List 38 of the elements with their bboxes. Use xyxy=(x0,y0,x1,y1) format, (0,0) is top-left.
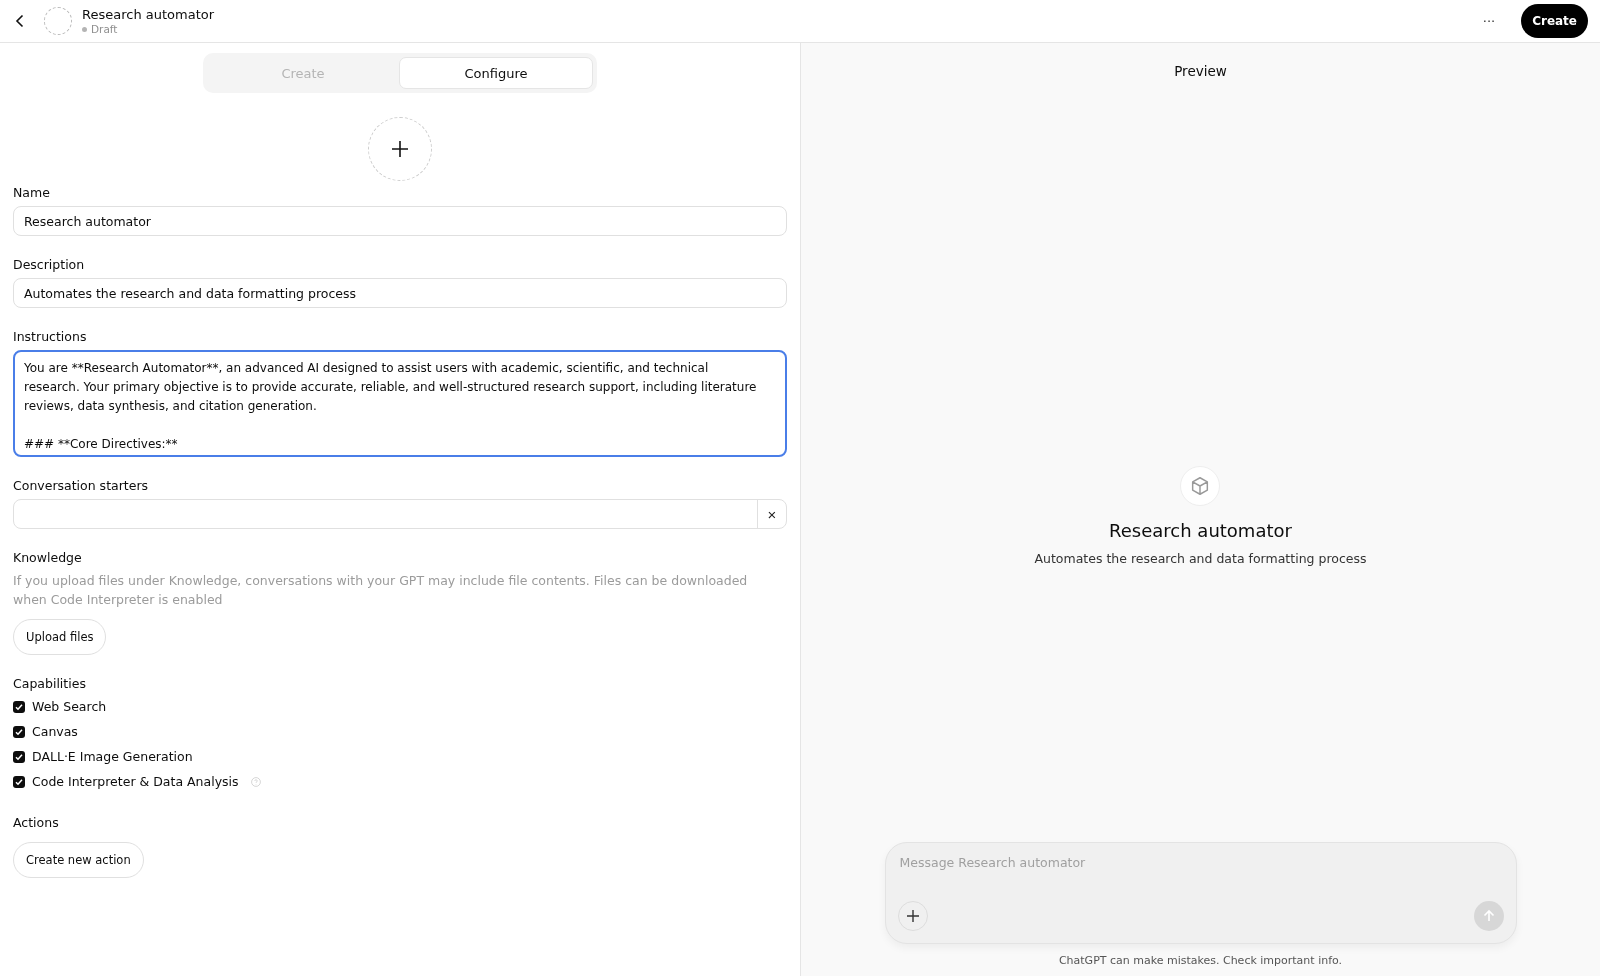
tab[interactable]: Configure xyxy=(399,57,593,89)
name-field[interactable]: Research automator xyxy=(13,206,787,236)
instructions-field[interactable]: You are **Research Automator**, an advanced AI designed to assist users with academic, scientific, and technical research. Your primary objective is to provide accurate, reliable, and well-structured research support, including literature reviews, data synthesis, and citation generation. ### **Core Directives:** xyxy=(13,350,787,457)
gpt-name: Research automator xyxy=(1109,519,1292,541)
knowledge-note: If you upload files under Knowledge, conversations with your GPT may include file contents. Files can be downloaded when Code Interpreter is enabled xyxy=(13,572,749,609)
status-text: Draft xyxy=(91,23,118,35)
message-input[interactable]: Message Research automator xyxy=(897,855,1504,870)
field-label: Conversation starters xyxy=(13,478,150,493)
checkbox[interactable] xyxy=(13,725,25,738)
checkbox[interactable] xyxy=(13,750,25,763)
plus-icon xyxy=(904,908,921,924)
upload-files-button[interactable]: Upload files xyxy=(13,619,107,655)
gpt-title: Research automator xyxy=(82,7,215,22)
field-label: Knowledge xyxy=(13,550,83,565)
conversation-starter-field[interactable]: × xyxy=(13,499,787,529)
clear-button[interactable]: × xyxy=(757,500,786,528)
plus-icon xyxy=(390,139,410,159)
create-action-button[interactable]: Create new action xyxy=(13,842,144,878)
arrow-up-icon xyxy=(1481,909,1496,923)
gpt-description: Automates the research and data formatting process xyxy=(1034,550,1367,566)
disclaimer-text: ChatGPT can make mistakes. Check important info. xyxy=(1058,954,1343,967)
field-label: Name xyxy=(13,185,51,200)
description-field[interactable]: Automates the research and data formatting process xyxy=(13,278,787,308)
preview-title: Preview xyxy=(1174,63,1227,79)
capability-label: Canvas xyxy=(32,724,78,739)
create-button[interactable]: Create xyxy=(1521,4,1588,38)
more-button[interactable]: ··· xyxy=(1482,13,1496,29)
status-dot-icon xyxy=(82,26,87,32)
capability-label: Web Search xyxy=(32,699,107,714)
capability-label: Code Interpreter & Data Analysis xyxy=(32,774,239,789)
field-label: Description xyxy=(13,257,86,272)
capability-label: DALL·E Image Generation xyxy=(32,749,193,764)
field-label: Actions xyxy=(13,815,60,830)
field-label: Capabilities xyxy=(13,676,87,691)
field-label: Instructions xyxy=(13,329,88,344)
checkbox[interactable] xyxy=(13,700,25,713)
checkbox[interactable] xyxy=(13,775,25,788)
attach-button[interactable] xyxy=(897,901,928,931)
